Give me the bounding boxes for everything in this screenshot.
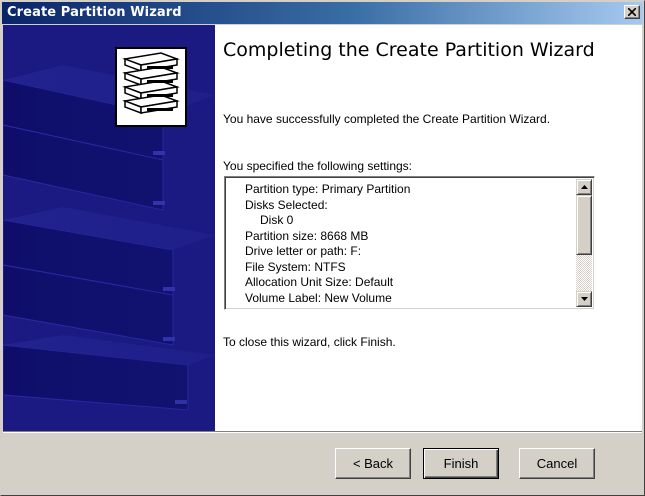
stacked-disks-icon [122, 52, 180, 115]
finish-button[interactable]: Finish [423, 448, 499, 479]
arrow-down-icon [581, 297, 588, 301]
settings-list: Partition type: Primary Partition Disks … [245, 182, 565, 306]
list-item: Partition type: Primary Partition [245, 182, 411, 196]
list-item: Disks Selected: [245, 197, 328, 212]
list-item: File System: NTFS [245, 259, 346, 274]
list-item: Allocation Unit Size: Default [245, 275, 394, 289]
arrow-up-icon [581, 185, 588, 189]
wizard-window: Create Partition Wizard Completing the C… [0, 0, 645, 496]
close-instruction: To close this wizard, click Finish. [223, 335, 396, 349]
footer-divider-highlight [3, 432, 642, 433]
back-button[interactable]: < Back [335, 448, 411, 479]
close-x-icon [628, 8, 636, 16]
scroll-up-button[interactable] [576, 179, 592, 195]
settings-label: You specified the following settings: [223, 159, 413, 173]
cancel-button[interactable]: Cancel [519, 448, 595, 479]
title-bar[interactable]: Create Partition Wizard [2, 2, 643, 24]
wizard-logo [115, 47, 187, 127]
wizard-side-panel [3, 25, 215, 431]
wizard-content: Completing the Create Partition Wizard Y… [3, 25, 642, 431]
list-item: Volume Label: New Volume [245, 290, 392, 305]
scroll-down-button[interactable] [576, 291, 592, 307]
list-item: Drive letter or path: F: [245, 244, 362, 258]
page-title: Completing the Create Partition Wizard [223, 39, 595, 61]
settings-summary-box[interactable]: Partition type: Primary Partition Disks … [224, 176, 595, 310]
wizard-main-panel: Completing the Create Partition Wizard Y… [223, 25, 633, 431]
scroll-thumb[interactable] [576, 195, 592, 255]
list-item: Disk 0 [260, 213, 294, 227]
close-button[interactable] [624, 5, 640, 19]
window-title: Create Partition Wizard [7, 5, 182, 20]
completion-message: You have successfully completed the Crea… [223, 112, 551, 126]
list-item: Partition size: 8668 MB [245, 228, 369, 243]
vertical-scrollbar[interactable] [576, 179, 592, 307]
